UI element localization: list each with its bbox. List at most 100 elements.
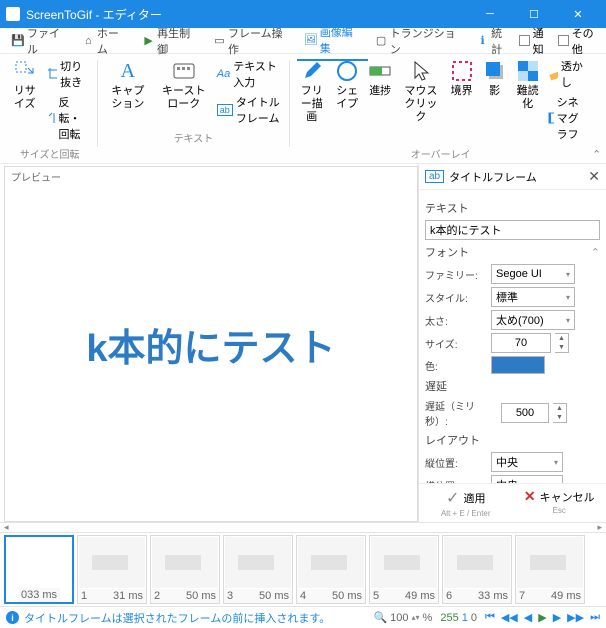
textinput-button[interactable]: Aaテキスト入力 xyxy=(214,56,285,92)
section-delay: 遅延 xyxy=(425,378,600,394)
textinput-icon: Aa xyxy=(217,68,230,80)
frame-count: 255 xyxy=(440,612,458,624)
notify-checkbox[interactable] xyxy=(519,35,529,46)
transition-icon: ▢ xyxy=(376,35,387,47)
cur-idx: 0 xyxy=(471,612,477,624)
stats-icon: ℹ xyxy=(477,35,488,47)
ribbon-collapse[interactable]: ⌃ xyxy=(590,146,602,163)
fwd-button[interactable]: ▶ xyxy=(553,611,561,624)
menu-file[interactable]: 💾ファイル xyxy=(4,22,75,60)
back-button[interactable]: ◀ xyxy=(524,611,532,624)
shadow-button[interactable]: 影 xyxy=(479,56,511,101)
apply-button[interactable]: ✓適用 Alt + E / Enter xyxy=(419,484,513,522)
preview-area: プレビュー k本的にテスト xyxy=(4,166,418,522)
zoom-control[interactable]: 🔍100▴▾% xyxy=(373,611,432,624)
v-select[interactable]: 中央▾ xyxy=(491,452,563,472)
timeline[interactable]: 033 ms131 ms250 ms350 ms450 ms549 ms633 … xyxy=(0,532,606,606)
style-label: スタイル: xyxy=(425,290,487,305)
style-select[interactable]: 標準▾ xyxy=(491,287,575,307)
crop-icon xyxy=(47,67,57,81)
shadow-icon xyxy=(483,59,507,83)
group-size-label: サイズと回転 xyxy=(20,144,80,163)
app-icon xyxy=(6,7,20,21)
other-label: その他 xyxy=(572,25,602,57)
caption-icon: A xyxy=(116,59,140,83)
menu-frame[interactable]: ▭フレーム操作 xyxy=(206,22,297,60)
frame-thumb[interactable]: 033 ms xyxy=(4,535,74,604)
keystroke-icon xyxy=(172,59,196,83)
other-checkbox[interactable] xyxy=(558,35,568,46)
color-swatch[interactable] xyxy=(491,356,545,374)
resize-button[interactable]: リサイズ xyxy=(6,56,43,114)
frame-thumb[interactable]: 350 ms xyxy=(223,535,293,604)
frame-thumb[interactable]: 633 ms xyxy=(442,535,512,604)
film-icon xyxy=(548,111,554,125)
home-icon: ⌂ xyxy=(83,35,94,47)
flip-icon xyxy=(47,111,55,125)
cancel-button[interactable]: ✕キャンセル Esc xyxy=(513,484,606,522)
notify-label: 通知 xyxy=(533,25,553,57)
size-input[interactable] xyxy=(491,333,551,353)
frame-thumb[interactable]: 250 ms xyxy=(150,535,220,604)
status-bar: iタイトルフレームは選択されたフレームの前に挿入されます。 🔍100▴▾% 25… xyxy=(0,606,606,628)
frame-thumb[interactable]: 749 ms xyxy=(515,535,585,604)
freedraw-button[interactable]: フリー描画 xyxy=(293,56,330,128)
x-icon: ✕ xyxy=(524,488,536,505)
size-spinner[interactable]: ▲▼ xyxy=(555,333,569,353)
frame-thumb[interactable]: 131 ms xyxy=(77,535,147,604)
menu-home[interactable]: ⌂ホーム xyxy=(75,22,135,60)
hscroll-right[interactable]: ▸ xyxy=(597,522,602,533)
hscroll-left[interactable]: ◂ xyxy=(4,522,9,533)
weight-select[interactable]: 太め(700)▾ xyxy=(491,310,575,330)
shape-button[interactable]: シェイプ xyxy=(331,56,363,114)
panel-title: タイトルフレーム xyxy=(449,169,537,185)
text-input[interactable] xyxy=(425,220,600,240)
next-button[interactable]: ▶▶ xyxy=(567,611,584,624)
v-label: 縦位置: xyxy=(425,455,487,470)
crop-button[interactable]: 切り抜き xyxy=(44,56,93,92)
progress-icon xyxy=(368,59,392,83)
frame-thumb[interactable]: 549 ms xyxy=(369,535,439,604)
obfuscate-button[interactable]: 難読化 xyxy=(512,56,544,114)
preview-tag: プレビュー xyxy=(11,169,61,184)
progress-button[interactable]: 進捗 xyxy=(364,56,396,101)
zoom-icon: 🔍 xyxy=(373,611,387,624)
color-label: 色: xyxy=(425,358,487,373)
mouseclick-button[interactable]: マウスクリック xyxy=(397,56,444,128)
menu-transition[interactable]: ▢トランジション xyxy=(368,22,469,60)
family-select[interactable]: Segoe UI▾ xyxy=(491,264,575,284)
titleframe-button[interactable]: abタイトルフレーム xyxy=(214,92,285,128)
cinemagraph-button[interactable]: シネマグラフ xyxy=(545,92,588,144)
shape-icon xyxy=(335,59,359,83)
menu-image[interactable]: 🖼画像編集 xyxy=(297,21,368,61)
resize-icon xyxy=(13,59,37,83)
delay-input[interactable] xyxy=(501,403,549,423)
prev-button[interactable]: ◀◀ xyxy=(501,611,518,624)
section-text: テキスト xyxy=(425,200,600,216)
erase-button[interactable]: 透かし xyxy=(545,56,588,92)
panel-close-button[interactable]: ✕ xyxy=(588,168,600,185)
sel-count: 1 xyxy=(462,612,468,624)
titleframe-icon: ab xyxy=(425,170,444,183)
border-button[interactable]: 境界 xyxy=(446,56,478,101)
obfuscate-icon xyxy=(516,59,540,83)
caption-button[interactable]: Aキャプション xyxy=(102,56,154,114)
last-button[interactable]: ⏭ xyxy=(590,611,600,624)
delay-label: 遅延（ミリ秒）: xyxy=(425,398,497,428)
window-title: ScreenToGif - エディター xyxy=(26,6,468,23)
first-button[interactable]: ⏮ xyxy=(485,611,495,624)
menu-playback[interactable]: ▶再生制御 xyxy=(135,22,206,60)
border-icon xyxy=(450,59,474,83)
preview-text: k本的にテスト xyxy=(86,317,335,372)
erase-icon xyxy=(548,67,558,81)
keystroke-button[interactable]: キーストローク xyxy=(155,56,213,114)
frame-thumb[interactable]: 450 ms xyxy=(296,535,366,604)
section-font[interactable]: フォント⌃ xyxy=(425,244,600,260)
play-button[interactable]: ▶ xyxy=(538,611,546,624)
flip-button[interactable]: 反転・回転 xyxy=(44,92,93,144)
menu-stats[interactable]: ℹ統計 xyxy=(469,22,519,60)
section-layout: レイアウト xyxy=(425,432,600,448)
image-icon: 🖼 xyxy=(305,34,317,46)
h-select[interactable]: 中央▾ xyxy=(491,475,563,483)
delay-spinner[interactable]: ▲▼ xyxy=(553,403,567,423)
